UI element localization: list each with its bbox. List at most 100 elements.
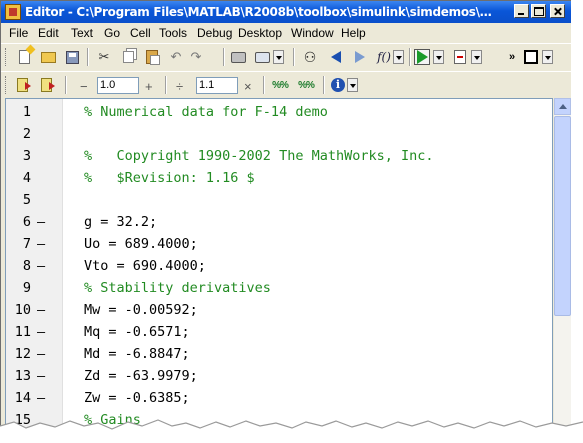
new-file-icon[interactable]	[15, 48, 33, 66]
line-number: 7	[22, 236, 31, 252]
decrement-button[interactable]: −	[80, 79, 88, 94]
maximize-button[interactable]	[531, 4, 546, 18]
matlab-editor-icon	[5, 4, 21, 20]
open-folder-icon[interactable]	[39, 48, 57, 66]
dock-dropdown[interactable]	[542, 50, 553, 64]
binoculars-icon[interactable]: ⚇	[301, 48, 319, 66]
forward-arrow-icon[interactable]	[351, 48, 369, 66]
breakpoint-marker[interactable]: —	[37, 368, 45, 384]
print-dropdown[interactable]	[273, 50, 284, 64]
stack-dropdown[interactable]	[471, 50, 482, 64]
save-icon[interactable]	[63, 48, 81, 66]
title-bar[interactable]: Editor - C:\Program Files\MATLAB\R2008b\…	[1, 1, 572, 23]
code-line[interactable]: 5	[6, 189, 552, 211]
code-editor[interactable]: 1 % Numerical data for F-14 demo 2 3 % Copyr…	[5, 98, 553, 433]
menu-window[interactable]: Window	[291, 26, 334, 40]
undo-icon[interactable]: ↶	[167, 48, 185, 66]
breakpoint-marker[interactable]: —	[37, 324, 45, 340]
code-line[interactable]: 10 — Mw = -0.00592;	[6, 299, 552, 321]
print-options-icon[interactable]	[253, 48, 271, 66]
code-line[interactable]: 2	[6, 123, 552, 145]
paste-icon[interactable]	[143, 48, 161, 66]
torn-edge-right	[571, 0, 583, 443]
code-statement: Mw = -0.00592;	[84, 302, 198, 318]
code-statement: Mq = -0.6571;	[84, 324, 190, 340]
info-dropdown[interactable]	[347, 78, 358, 92]
copy-icon[interactable]	[119, 48, 137, 66]
menu-edit[interactable]: Edit	[38, 26, 59, 40]
line-number: 9	[22, 280, 31, 296]
menu-tools[interactable]: Tools	[159, 26, 187, 40]
code-line[interactable]: 7 — Uo = 689.4000;	[6, 233, 552, 255]
menu-debug[interactable]: Debug	[197, 26, 232, 40]
code-statement: Zw = -0.6385;	[84, 390, 190, 406]
toolbar-separator	[293, 48, 295, 66]
breakpoint-marker[interactable]: —	[37, 346, 45, 362]
breakpoint-marker[interactable]: —	[37, 236, 45, 252]
scroll-up-button[interactable]	[554, 98, 571, 115]
dock-icon[interactable]	[522, 48, 540, 66]
vertical-scrollbar[interactable]	[554, 98, 571, 433]
menu-file[interactable]: File	[9, 26, 28, 40]
code-comment: % Stability derivatives	[84, 280, 271, 296]
increment-value-field[interactable]: 1.0	[97, 77, 139, 94]
line-number: 1	[22, 104, 31, 120]
window-title: Editor - C:\Program Files\MATLAB\R2008b\…	[25, 5, 493, 19]
code-line[interactable]: 4 % $Revision: 1.16 $	[6, 167, 552, 189]
increment-button[interactable]: +	[145, 79, 153, 94]
line-number: 2	[22, 126, 31, 142]
code-line[interactable]: 12 — Md = -6.8847;	[6, 343, 552, 365]
toolbar-separator	[323, 76, 325, 94]
toolbar-separator	[87, 48, 89, 66]
code-comment: % Numerical data for F-14 demo	[84, 104, 328, 120]
toolbar-separator	[263, 76, 265, 94]
fx-icon[interactable]: f()	[375, 48, 393, 66]
menu-text[interactable]: Text	[71, 26, 93, 40]
scroll-thumb[interactable]	[554, 116, 571, 316]
cell-run-advance-icon[interactable]	[39, 76, 57, 94]
code-line[interactable]: 8 — Vto = 690.4000;	[6, 255, 552, 277]
redo-icon[interactable]: ↷	[187, 48, 205, 66]
breakpoint-marker[interactable]: —	[37, 214, 45, 230]
code-line[interactable]: 14 — Zw = -0.6385;	[6, 387, 552, 409]
function-dropdown[interactable]	[393, 50, 404, 64]
line-number: 12	[14, 346, 31, 362]
menu-desktop[interactable]: Desktop	[238, 26, 282, 40]
menu-go[interactable]: Go	[104, 26, 120, 40]
code-line[interactable]: 3 % Copyright 1990-2002 The MathWorks, In…	[6, 145, 552, 167]
code-line[interactable]: 11 — Mq = -0.6571;	[6, 321, 552, 343]
code-line[interactable]: 9 % Stability derivatives	[6, 277, 552, 299]
menu-help[interactable]: Help	[341, 26, 366, 40]
back-arrow-icon[interactable]	[327, 48, 345, 66]
divide-button[interactable]: ÷	[176, 79, 183, 94]
breakpoint-marker[interactable]: —	[37, 390, 45, 406]
breakpoint-marker[interactable]: —	[37, 258, 45, 274]
toolbar-grip[interactable]	[5, 76, 9, 94]
line-number: 5	[22, 192, 31, 208]
close-button[interactable]	[550, 4, 565, 18]
cut-icon[interactable]: ✂	[95, 48, 113, 66]
remove-cell-divider-icon[interactable]: %%	[297, 76, 315, 94]
menu-cell[interactable]: Cell	[130, 26, 151, 40]
line-number: 4	[22, 170, 31, 186]
insert-cell-divider-icon[interactable]: %%	[271, 76, 289, 94]
breakpoint-marker[interactable]: —	[37, 302, 45, 318]
code-line[interactable]: 1 % Numerical data for F-14 demo	[6, 101, 552, 123]
cell-run-icon[interactable]	[15, 76, 33, 94]
minimize-button[interactable]	[514, 4, 529, 18]
toolbar-separator	[65, 76, 67, 94]
code-line[interactable]: 13 — Zd = -63.9979;	[6, 365, 552, 387]
code-statement: Uo = 689.4000;	[84, 236, 198, 252]
multiply-button[interactable]: ×	[244, 79, 252, 94]
print-icon[interactable]	[229, 48, 247, 66]
torn-edge-bottom	[0, 419, 583, 443]
line-number: 8	[22, 258, 31, 274]
chevron-right-icon[interactable]: »	[503, 48, 521, 66]
info-icon[interactable]: i	[329, 76, 347, 94]
toolbar-grip[interactable]	[5, 48, 9, 66]
multiply-value-field[interactable]: 1.1	[196, 77, 238, 94]
code-line[interactable]: 6 — g = 32.2;	[6, 211, 552, 233]
run-icon[interactable]	[413, 48, 431, 66]
stack-icon[interactable]	[451, 48, 469, 66]
run-dropdown[interactable]	[433, 50, 444, 64]
